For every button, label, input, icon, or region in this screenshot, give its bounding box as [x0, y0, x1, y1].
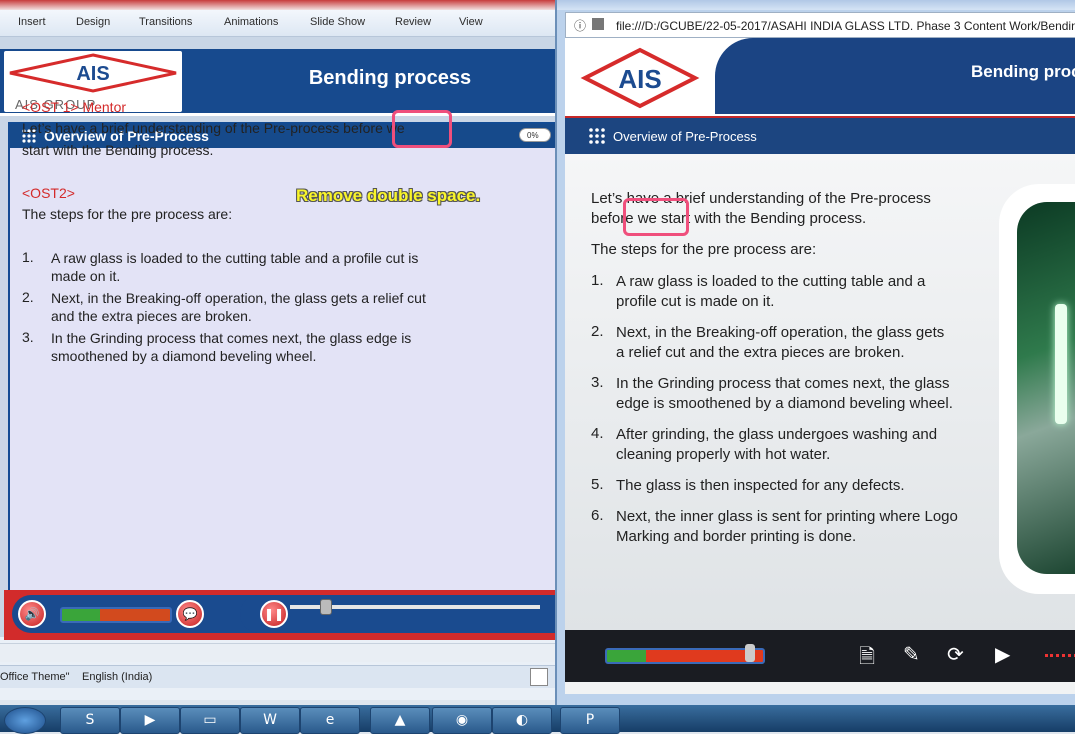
step-text: Next, in the Breaking-off operation, the… [616, 324, 945, 361]
ff-player-bar: 🗎 ✎ ⟳ ▶ [565, 630, 1075, 682]
horizontal-scrollbar[interactable] [0, 643, 556, 662]
status-language[interactable]: English (India) [82, 671, 152, 683]
folder-icon[interactable]: ▭ [180, 707, 240, 734]
svg-text:AIS: AIS [618, 64, 661, 94]
skype-icon[interactable]: S [60, 707, 120, 734]
step-number: 2. [591, 323, 604, 340]
progress-badge: 0% [519, 128, 551, 142]
step-text: In the Grinding process that comes next,… [51, 330, 412, 364]
browser-content: AIS Bending proc Overview of Pre-Process… [565, 38, 1075, 694]
step-number: 5. [591, 476, 604, 493]
step-text: The glass is then inspected for any defe… [616, 477, 905, 494]
slide-title: Bending process [308, 67, 472, 89]
tab-design[interactable]: Design [76, 16, 110, 28]
slide-canvas: AIS AIS GROUP Bending process Overview o… [0, 37, 558, 640]
step-number: 6. [591, 507, 604, 524]
status-bar: Office Theme" English (India) [0, 665, 556, 688]
step-text: After grinding, the glass undergoes wash… [616, 426, 938, 463]
step-number: 1. [22, 249, 34, 265]
step-number: 4. [591, 425, 604, 442]
highlight-box [623, 198, 689, 236]
step-number: 2. [22, 289, 34, 305]
steps-heading: The steps for the pre process are: [22, 206, 233, 222]
steps-heading: The steps for the pre process are: [591, 241, 817, 258]
intro-line-2: start with the Bending process. [22, 142, 214, 158]
speaker-icon[interactable]: 🔊 [18, 600, 46, 628]
step-text: A raw glass is loaded to the cutting tab… [616, 273, 926, 310]
ais-logo: AIS [580, 47, 700, 109]
volume-bar[interactable] [605, 648, 765, 664]
tab-slide-show[interactable]: Slide Show [310, 16, 365, 28]
ff-slide-header: AIS Bending proc [565, 38, 1075, 116]
chrome-icon[interactable]: ◉ [432, 707, 492, 734]
panel-title: Overview of Pre-Process [613, 129, 757, 144]
word-icon[interactable]: W [240, 707, 300, 734]
lamp-light [1055, 304, 1067, 424]
ppt-title-bar [0, 0, 556, 10]
slide-title: Bending proc [971, 62, 1075, 81]
tab-animations[interactable]: Animations [224, 16, 278, 28]
notes-pencil-icon[interactable]: ✎ [903, 642, 920, 666]
step-number: 3. [591, 374, 604, 391]
step-text: Next, in the Breaking-off operation, the… [51, 290, 426, 324]
ost1-label: <OST 1> Mentor [22, 99, 127, 115]
player-left-panel: 🔊 💬 [12, 595, 262, 633]
player-bar: 🔊 💬 ❚❚ [4, 590, 556, 640]
ost2-label: <OST2> [22, 185, 75, 201]
ff-panel-header: Overview of Pre-Process [565, 116, 1075, 156]
step-text: In the Grinding process that comes next,… [616, 375, 953, 412]
vlc-icon[interactable]: ▲ [370, 707, 430, 734]
chat-bubble-icon[interactable]: 💬 [176, 600, 204, 628]
firefox-window: ⓘ file:///D:/GCUBE/22-05-2017/ASAHI INDI… [555, 0, 1075, 705]
replay-icon[interactable]: ⟳ [947, 642, 964, 666]
pause-icon[interactable]: ❚❚ [260, 600, 288, 628]
url-bar[interactable]: ⓘ file:///D:/GCUBE/22-05-2017/ASAHI INDI… [565, 12, 1075, 38]
svg-text:AIS: AIS [76, 63, 109, 85]
ais-diamond-icon: AIS [9, 53, 177, 93]
status-theme: Office Theme" [0, 671, 70, 683]
slide: AIS AIS GROUP Bending process Overview o… [0, 49, 558, 671]
play-icon[interactable]: ▶ [995, 642, 1010, 666]
volume-knob[interactable] [745, 644, 755, 662]
page-icon [592, 18, 604, 30]
info-icon[interactable]: ⓘ [574, 17, 586, 34]
step-number: 1. [591, 272, 604, 289]
step-text: A raw glass is loaded to the cutting tab… [51, 250, 419, 284]
tab-insert[interactable]: Insert [18, 16, 46, 28]
start-orb-icon[interactable] [4, 707, 46, 734]
intro-line-1: Let’s have a brief understanding of the … [22, 120, 405, 136]
seek-knob[interactable] [320, 599, 332, 615]
normal-view-icon[interactable] [530, 668, 548, 686]
grid-dots-icon [589, 128, 605, 144]
tab-transitions[interactable]: Transitions [139, 16, 192, 28]
ie-icon[interactable]: e [300, 707, 360, 734]
firefox-icon[interactable]: ◐ [492, 707, 552, 734]
tab-review[interactable]: Review [395, 16, 431, 28]
highlight-box [392, 110, 452, 148]
volume-bar[interactable] [60, 607, 172, 623]
media-player-icon[interactable]: ▶ [120, 707, 180, 734]
review-annotation: Remove double space. [296, 186, 481, 205]
ribbon-tabs: Insert Design Transitions Animations Sli… [0, 10, 556, 37]
taskbar: S ▶ ▭ W e ▲ ◉ ◐ P [0, 705, 1075, 734]
step-number: 3. [22, 329, 34, 345]
ff-title-bar [557, 0, 1075, 10]
step-text: Next, the inner glass is sent for printi… [616, 508, 958, 545]
progress-dots [1045, 654, 1075, 660]
player-right-panel: ❚❚ [240, 595, 556, 633]
tab-view[interactable]: View [459, 16, 483, 28]
transcript-icon[interactable]: 🗎 [859, 642, 875, 676]
powerpoint-window: Insert Design Transitions Animations Sli… [0, 0, 558, 700]
powerpoint-icon[interactable]: P [560, 707, 620, 734]
url-text[interactable]: file:///D:/GCUBE/22-05-2017/ASAHI INDIA … [616, 19, 1075, 33]
